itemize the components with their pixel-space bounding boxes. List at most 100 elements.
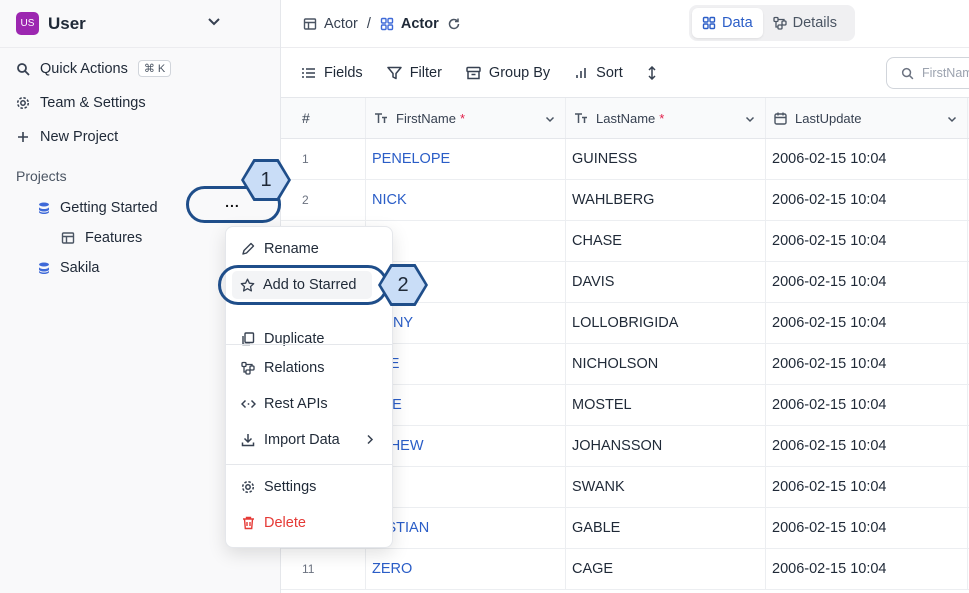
column-header-firstname[interactable]: FirstName * bbox=[366, 98, 566, 138]
menu-label: Rename bbox=[264, 241, 319, 257]
menu-item-delete[interactable]: Delete bbox=[226, 506, 392, 540]
lastname-cell[interactable]: SWANK bbox=[566, 467, 766, 507]
lastupdate-cell[interactable]: 2006-02-15 10:04 bbox=[766, 303, 968, 343]
quick-actions-button[interactable]: Quick Actions ⌘ K bbox=[16, 60, 172, 77]
lastupdate-cell[interactable]: 2006-02-15 10:04 bbox=[766, 180, 968, 220]
new-project-button[interactable]: New Project bbox=[16, 129, 118, 145]
firstname-cell[interactable]: TTE bbox=[366, 344, 566, 384]
column-label: LastUpdate bbox=[795, 110, 862, 126]
menu-item-rest-apis[interactable]: Rest APIs bbox=[226, 387, 392, 421]
data-tab[interactable]: Data bbox=[692, 8, 763, 38]
lastupdate-cell[interactable]: 2006-02-15 10:04 bbox=[766, 426, 968, 466]
menu-item-import-data[interactable]: Import Data bbox=[226, 423, 392, 457]
filter-button[interactable]: Filter bbox=[386, 65, 442, 81]
lastupdate-cell[interactable]: 2006-02-15 10:04 bbox=[766, 344, 968, 384]
lastupdate-cell[interactable]: 2006-02-15 10:04 bbox=[766, 262, 968, 302]
column-label: FirstName bbox=[396, 110, 456, 126]
project-getting-started[interactable]: Getting Started bbox=[37, 200, 158, 216]
fields-button[interactable]: Fields bbox=[301, 65, 363, 81]
table-row[interactable]: 2 NICK WAHLBERG 2006-02-15 10:04 bbox=[281, 180, 969, 221]
row-number[interactable]: 2 bbox=[281, 180, 366, 220]
table-row[interactable]: 11 ZERO CAGE 2006-02-15 10:04 bbox=[281, 549, 969, 590]
search-placeholder: FirstNam bbox=[922, 66, 969, 80]
lastupdate-cell[interactable]: 2006-02-15 10:04 bbox=[766, 221, 968, 261]
firstname-cell[interactable]: PENELOPE bbox=[366, 139, 566, 179]
project-name: Sakila bbox=[60, 260, 100, 276]
workspace-avatar: US bbox=[16, 12, 39, 35]
calendar-icon bbox=[774, 112, 787, 125]
lastname-cell[interactable]: DAVIS bbox=[566, 262, 766, 302]
lastname-cell[interactable]: JOHANSSON bbox=[566, 426, 766, 466]
new-project-label: New Project bbox=[40, 129, 119, 145]
row-number[interactable]: 1 bbox=[281, 139, 366, 179]
sort-bars-icon bbox=[574, 66, 588, 80]
lastname-cell[interactable]: GABLE bbox=[566, 508, 766, 548]
firstname-cell[interactable]: NICK bbox=[366, 180, 566, 220]
breadcrumb-view[interactable]: Actor bbox=[401, 16, 439, 32]
firstname-cell[interactable] bbox=[366, 221, 566, 261]
firstname-cell[interactable]: TTHEW bbox=[366, 426, 566, 466]
project-name: Getting Started bbox=[60, 200, 158, 216]
search-icon bbox=[901, 67, 914, 80]
menu-item-rename[interactable]: Rename bbox=[226, 232, 392, 266]
project-sakila[interactable]: Sakila bbox=[37, 260, 100, 276]
details-tab[interactable]: Details bbox=[763, 8, 847, 38]
required-marker: * bbox=[459, 110, 466, 126]
column-header-lastname[interactable]: LastName * bbox=[566, 98, 766, 138]
relations-icon bbox=[772, 16, 787, 30]
lastupdate-cell[interactable]: 2006-02-15 10:04 bbox=[766, 139, 968, 179]
lastupdate-cell[interactable]: 2006-02-15 10:04 bbox=[766, 549, 968, 589]
lastupdate-cell[interactable]: 2006-02-15 10:04 bbox=[766, 385, 968, 425]
lastname-cell-value: SWANK bbox=[572, 479, 625, 495]
reload-icon[interactable] bbox=[447, 17, 461, 31]
text-type-icon bbox=[574, 112, 588, 124]
row-height-icon bbox=[647, 65, 657, 80]
column-label: LastName bbox=[596, 110, 656, 126]
row-number-header: # bbox=[281, 98, 366, 138]
workspace-switcher[interactable]: US User bbox=[0, 0, 280, 48]
lastupdate-cell[interactable]: 2006-02-15 10:04 bbox=[766, 467, 968, 507]
chevron-down-icon[interactable] bbox=[745, 112, 755, 127]
lastname-cell-value: CAGE bbox=[572, 561, 614, 577]
row-number-value: 11 bbox=[302, 562, 315, 576]
chevron-down-icon[interactable] bbox=[207, 14, 221, 31]
search-input[interactable]: FirstNam bbox=[886, 57, 969, 89]
sort-button[interactable]: Sort bbox=[574, 65, 623, 81]
grid-view-icon bbox=[380, 17, 394, 31]
chevron-down-icon[interactable] bbox=[947, 112, 957, 127]
lastname-cell[interactable]: NICHOLSON bbox=[566, 344, 766, 384]
chevron-down-icon[interactable] bbox=[545, 112, 555, 127]
firstname-cell[interactable]: ACE bbox=[366, 385, 566, 425]
menu-label: Import Data bbox=[264, 432, 340, 448]
row-height-button[interactable] bbox=[647, 65, 665, 80]
lastname-cell[interactable]: WAHLBERG bbox=[566, 180, 766, 220]
firstname-cell[interactable]: E bbox=[366, 467, 566, 507]
firstname-cell[interactable]: ZERO bbox=[366, 549, 566, 589]
lastupdate-cell[interactable]: 2006-02-15 10:04 bbox=[766, 508, 968, 548]
firstname-cell-value: ZERO bbox=[372, 561, 413, 577]
row-number-value: 2 bbox=[302, 193, 309, 207]
menu-label: Relations bbox=[264, 360, 325, 376]
lastname-cell[interactable]: CAGE bbox=[566, 549, 766, 589]
team-settings-button[interactable]: Team & Settings bbox=[16, 95, 146, 111]
plus-icon bbox=[16, 130, 30, 144]
menu-label: Settings bbox=[264, 479, 317, 495]
table-item-features[interactable]: Features bbox=[61, 230, 142, 246]
lastname-cell[interactable]: LOLLOBRIGIDA bbox=[566, 303, 766, 343]
menu-item-settings[interactable]: Settings bbox=[226, 470, 392, 504]
lastname-cell[interactable]: CHASE bbox=[566, 221, 766, 261]
row-number[interactable]: 11 bbox=[281, 549, 366, 589]
firstname-cell[interactable]: RISTIAN bbox=[366, 508, 566, 548]
grid-icon bbox=[61, 231, 75, 245]
menu-item-relations[interactable]: Relations bbox=[226, 351, 392, 385]
table-icon bbox=[303, 17, 317, 31]
group-by-button[interactable]: Group By bbox=[466, 65, 550, 81]
column-header-lastupdate[interactable]: LastUpdate bbox=[766, 98, 968, 138]
firstname-cell[interactable]: HNNY bbox=[366, 303, 566, 343]
table-row[interactable]: 1 PENELOPE GUINESS 2006-02-15 10:04 bbox=[281, 139, 969, 180]
breadcrumb-table[interactable]: Actor bbox=[324, 16, 358, 32]
list-icon bbox=[301, 66, 316, 80]
lastname-cell[interactable]: GUINESS bbox=[566, 139, 766, 179]
topbar: Actor / Actor Data Details bbox=[281, 0, 969, 48]
lastname-cell[interactable]: MOSTEL bbox=[566, 385, 766, 425]
